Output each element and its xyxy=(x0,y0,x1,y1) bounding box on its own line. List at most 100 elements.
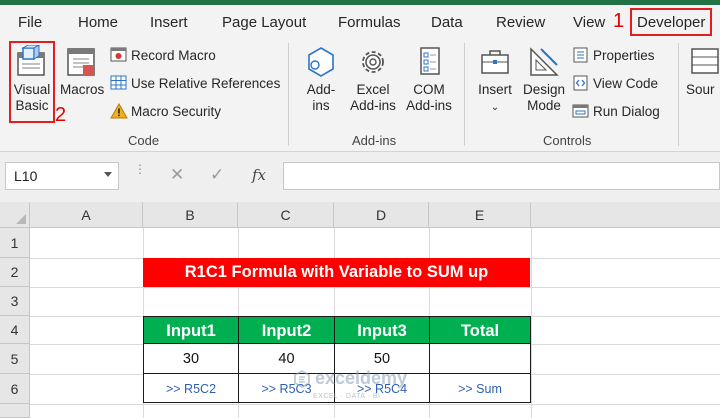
formula-bar-grip-icon[interactable]: ⋮ xyxy=(134,163,146,175)
ribbon-separator xyxy=(464,43,465,146)
relative-references-grid-icon xyxy=(110,75,127,90)
ribbon-developer: Visual Basic 2 Macros Record Macro Use R… xyxy=(0,37,720,152)
macros-icon xyxy=(67,48,95,76)
cell-b6[interactable]: >> R5C2 xyxy=(143,373,239,403)
warning-triangle-icon xyxy=(110,103,128,119)
tab-file[interactable]: File xyxy=(18,14,42,31)
annotation-step-1: 1 xyxy=(613,10,625,32)
com-add-ins-label-2: Add-ins xyxy=(406,98,452,113)
row-header-3[interactable]: 3 xyxy=(0,287,30,316)
design-mode-icon xyxy=(530,47,559,76)
properties-label: Properties xyxy=(593,47,655,63)
insert-function-button[interactable]: fx xyxy=(252,166,266,184)
add-ins-label-2: ins xyxy=(312,98,330,113)
name-box-dropdown-icon[interactable] xyxy=(104,172,112,177)
add-ins-icon xyxy=(308,47,334,77)
header-input1[interactable]: Input1 xyxy=(143,316,239,344)
add-ins-button[interactable]: Add- ins xyxy=(300,45,342,114)
macro-security-button[interactable]: Macro Security xyxy=(110,103,221,119)
watermark-brand: exceldemy xyxy=(315,368,408,388)
cell-e5[interactable] xyxy=(429,343,531,374)
formula-input[interactable] xyxy=(283,162,720,190)
column-header-overflow xyxy=(531,202,720,228)
record-macro-icon xyxy=(110,47,127,62)
row-header-5[interactable]: 5 xyxy=(0,344,30,374)
annotation-step-2: 2 xyxy=(55,104,67,126)
tab-page-layout[interactable]: Page Layout xyxy=(222,14,306,31)
add-ins-label-1: Add- xyxy=(306,82,336,97)
header-input3[interactable]: Input3 xyxy=(334,316,430,344)
select-all-button[interactable] xyxy=(0,202,30,228)
row-header-2[interactable]: 2 xyxy=(0,258,30,287)
chevron-down-icon: ⌄ xyxy=(490,102,500,113)
record-macro-button[interactable]: Record Macro xyxy=(110,47,216,63)
cell-b5[interactable]: 30 xyxy=(143,343,239,374)
title-cell[interactable]: R1C1 Formula with Variable to SUM up xyxy=(143,258,530,287)
select-all-triangle-icon xyxy=(16,214,26,224)
excel-add-ins-button[interactable]: Excel Add-ins xyxy=(346,45,400,114)
record-macro-label: Record Macro xyxy=(131,47,216,63)
controls-group-label: Controls xyxy=(543,133,592,148)
excel-add-ins-label-2: Add-ins xyxy=(350,98,396,113)
view-code-button[interactable]: View Code xyxy=(572,75,658,91)
column-header-d[interactable]: D xyxy=(334,202,429,228)
column-header-a[interactable]: A xyxy=(30,202,143,228)
ribbon-separator xyxy=(288,43,289,146)
column-header-c[interactable]: C xyxy=(238,202,334,228)
source-icon xyxy=(691,48,719,74)
design-mode-button[interactable]: Design Mode xyxy=(520,45,568,114)
gear-icon xyxy=(362,51,384,73)
tab-view[interactable]: View xyxy=(573,14,605,31)
design-mode-label-1: Design xyxy=(522,82,566,97)
tab-formulas[interactable]: Formulas xyxy=(338,14,401,31)
view-code-label: View Code xyxy=(593,75,659,91)
source-label: Sour xyxy=(686,82,715,97)
macro-security-label: Macro Security xyxy=(131,103,222,119)
ribbon-tab-bar: File Home Insert Page Layout Formulas Da… xyxy=(0,5,720,37)
column-header-e[interactable]: E xyxy=(429,202,531,228)
gridline xyxy=(30,404,720,405)
header-total[interactable]: Total xyxy=(429,316,531,344)
tab-home[interactable]: Home xyxy=(78,14,118,31)
enter-entry-button[interactable]: ✓ xyxy=(210,165,224,185)
column-header-b[interactable]: B xyxy=(143,202,238,228)
watermark-tagline: EXCEL · DATA · BI xyxy=(313,393,381,400)
exceldemy-logo-icon xyxy=(294,369,310,388)
insert-controls-button[interactable]: Insert ⌄ xyxy=(474,45,516,116)
insert-controls-label: Insert xyxy=(478,82,512,97)
watermark: exceldemy xyxy=(293,368,407,389)
use-relative-references-button[interactable]: Use Relative References xyxy=(110,75,280,91)
properties-icon xyxy=(573,47,588,63)
toolbox-icon xyxy=(481,50,509,74)
code-group-label: Code xyxy=(128,133,160,148)
run-dialog-button[interactable]: Run Dialog xyxy=(572,103,660,119)
macros-button[interactable]: Macros xyxy=(60,45,104,98)
tab-insert[interactable]: Insert xyxy=(150,14,188,31)
header-input2[interactable]: Input2 xyxy=(238,316,335,344)
use-relative-references-label: Use Relative References xyxy=(131,75,281,91)
tab-data[interactable]: Data xyxy=(431,14,463,31)
cancel-entry-button[interactable]: ✕ xyxy=(170,165,184,185)
properties-button[interactable]: Properties xyxy=(572,47,655,63)
com-add-ins-button[interactable]: COM Add-ins xyxy=(402,45,456,114)
com-add-ins-icon xyxy=(420,47,440,75)
row-header-4[interactable]: 4 xyxy=(0,316,30,344)
worksheet-grid[interactable]: A B C D E 1 2 3 4 5 6 R1C1 Formula with … xyxy=(0,202,720,418)
row-header-6[interactable]: 6 xyxy=(0,374,30,404)
visual-basic-highlight-box xyxy=(9,41,55,123)
design-mode-label-2: Mode xyxy=(527,98,561,113)
ribbon-separator xyxy=(678,43,679,146)
macros-label: Macros xyxy=(60,82,105,97)
name-box-value: L10 xyxy=(14,168,38,184)
tab-review[interactable]: Review xyxy=(496,14,545,31)
name-box[interactable]: L10 xyxy=(5,162,119,190)
excel-add-ins-label-1: Excel xyxy=(356,82,390,97)
run-dialog-icon xyxy=(572,104,589,118)
view-code-icon xyxy=(573,75,588,91)
run-dialog-label: Run Dialog xyxy=(593,103,660,119)
developer-highlight-box xyxy=(630,8,712,36)
formula-bar-area: L10 ⋮ ✕ ✓ fx xyxy=(0,152,720,202)
row-header-1[interactable]: 1 xyxy=(0,228,30,258)
source-button[interactable]: Sour xyxy=(686,45,720,98)
cell-e6[interactable]: >> Sum xyxy=(429,373,531,403)
